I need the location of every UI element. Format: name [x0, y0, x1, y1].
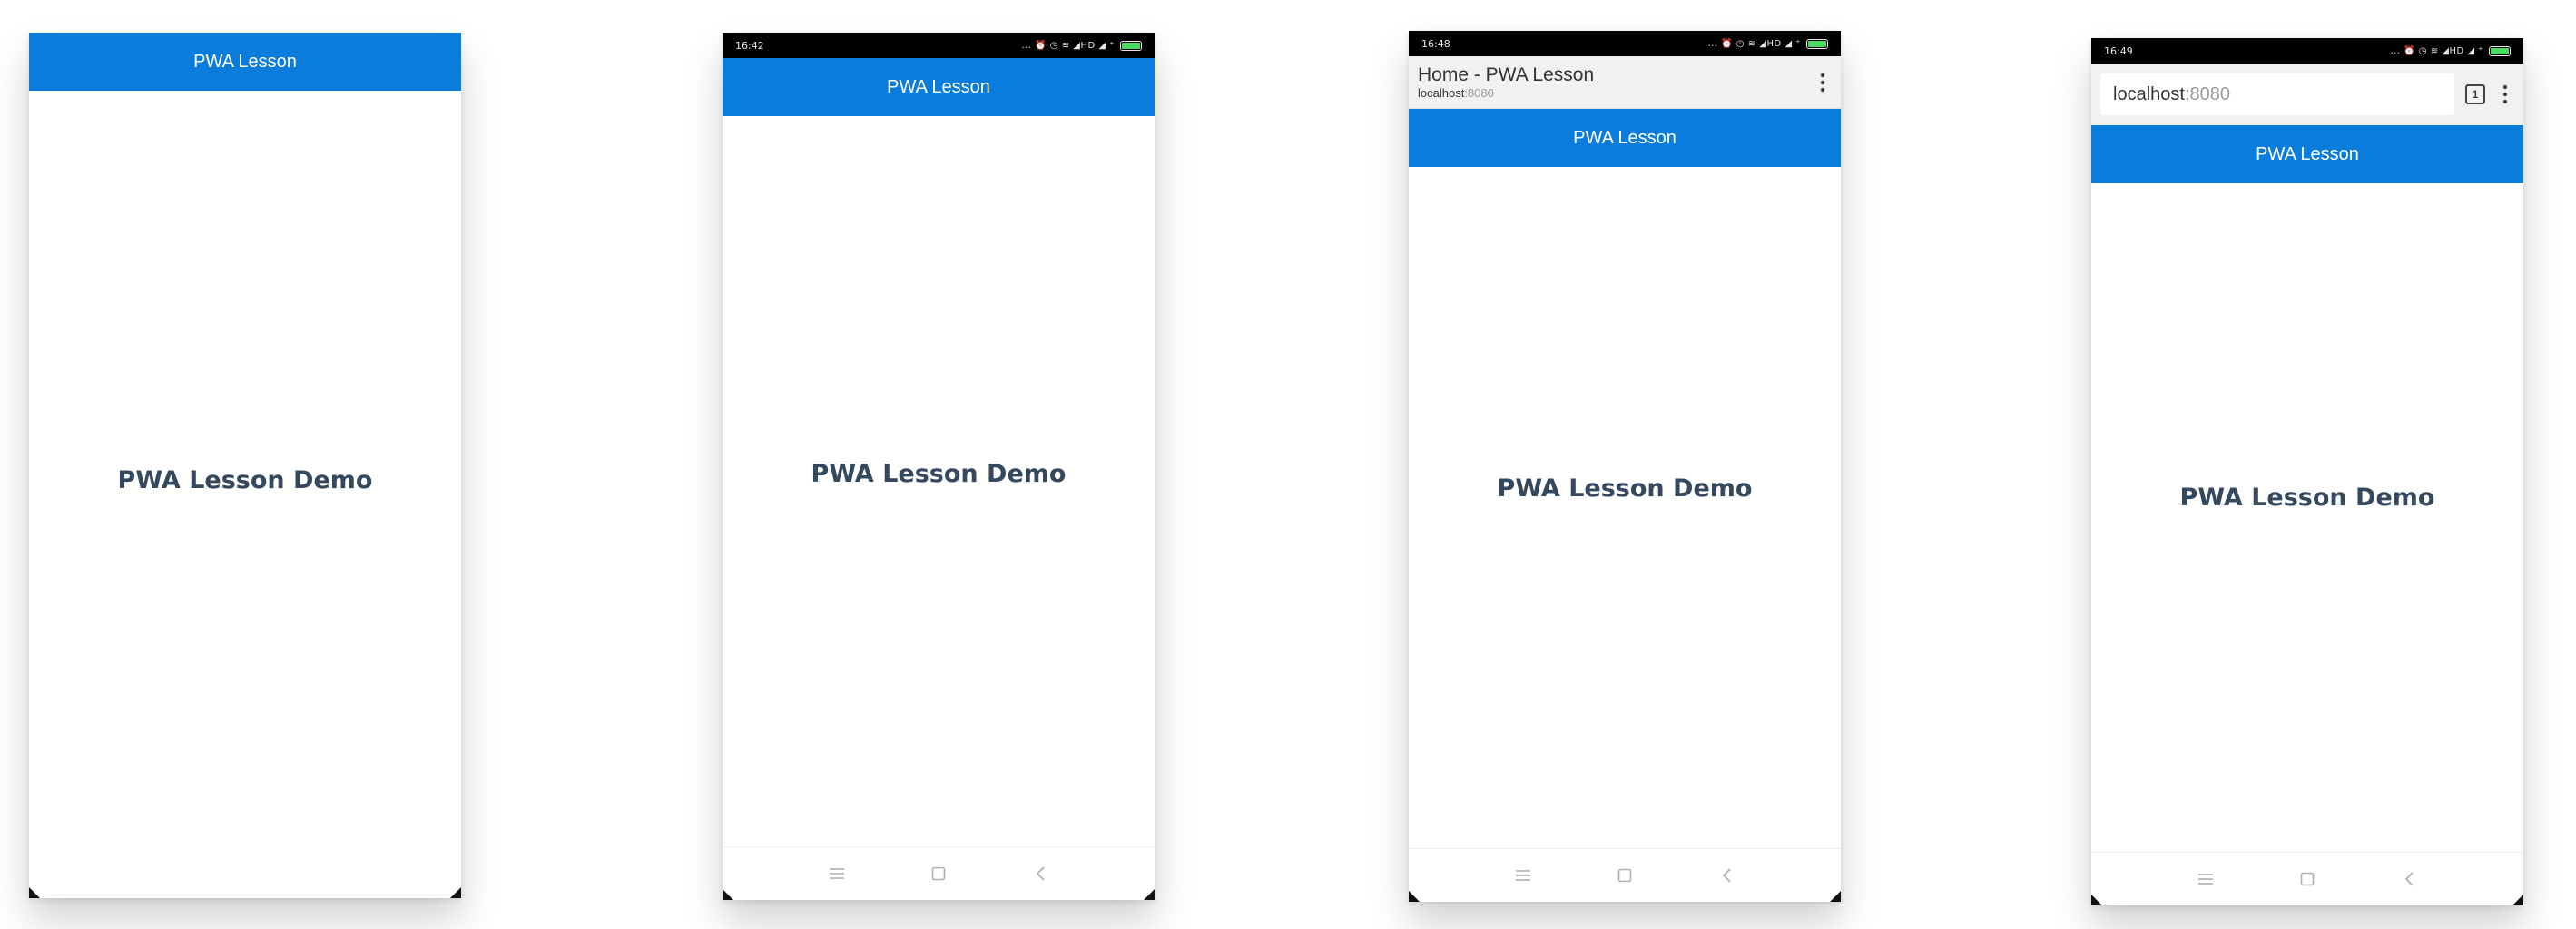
back-chevron-icon[interactable] — [1027, 861, 1053, 886]
browser-toolbar: localhost:8080 1 — [2091, 64, 2523, 125]
status-icons: ... ⏰ ◷ ≋ ◢HD ◢ ⁺ — [1707, 38, 1828, 49]
status-time: 16:48 — [1421, 37, 1450, 50]
screen-corner — [1144, 889, 1155, 900]
status-indicator-icons: ... ⏰ ◷ ≋ ◢HD ◢ ⁺ — [1707, 38, 1801, 49]
system-nav-bar — [2091, 852, 2523, 905]
more-options-icon[interactable] — [2496, 81, 2514, 108]
browser-title-group: Home - PWA Lesson localhost:8080 — [1418, 64, 1594, 100]
main-content: PWA Lesson Demo — [2091, 183, 2523, 853]
app-header-title: PWA Lesson — [2256, 143, 2359, 164]
status-bar: 16:48 ... ⏰ ◷ ≋ ◢HD ◢ ⁺ — [1409, 31, 1841, 56]
browser-page-title: Home - PWA Lesson — [1418, 64, 1595, 85]
url-host: localhost — [1418, 86, 1465, 100]
browser-title-bar: Home - PWA Lesson localhost:8080 — [1409, 56, 1841, 109]
app-header-title: PWA Lesson — [887, 76, 990, 97]
screen-corner — [29, 887, 40, 898]
back-chevron-icon[interactable] — [2396, 866, 2422, 892]
menu-icon[interactable] — [824, 861, 850, 886]
status-indicator-icons: ... ⏰ ◷ ≋ ◢HD ◢ ⁺ — [1021, 40, 1115, 51]
battery-icon — [1120, 40, 1142, 51]
tab-switcher-icon[interactable]: 1 — [2465, 84, 2485, 104]
status-bar: 16:49 ... ⏰ ◷ ≋ ◢HD ◢ ⁺ — [2091, 38, 2523, 64]
main-content: PWA Lesson Demo — [29, 91, 461, 898]
status-time: 16:49 — [2104, 44, 2133, 57]
phone-standalone: PWA Lesson PWA Lesson Demo — [29, 33, 461, 898]
system-nav-bar — [1409, 848, 1841, 902]
main-content: PWA Lesson Demo — [1409, 167, 1841, 849]
url-host: localhost — [2113, 83, 2185, 104]
screen-corner — [723, 889, 733, 900]
app-header: PWA Lesson — [723, 58, 1155, 116]
screen-corner — [1830, 891, 1841, 902]
system-nav-bar — [723, 846, 1155, 900]
home-square-icon[interactable] — [1612, 863, 1637, 888]
tab-count: 1 — [2472, 88, 2479, 101]
app-header: PWA Lesson — [2091, 125, 2523, 183]
status-icons: ... ⏰ ◷ ≋ ◢HD ◢ ⁺ — [1021, 40, 1142, 51]
status-icons: ... ⏰ ◷ ≋ ◢HD ◢ ⁺ — [2390, 45, 2511, 56]
menu-icon[interactable] — [1510, 863, 1536, 888]
phone-minimal-ui: 16:48 ... ⏰ ◷ ≋ ◢HD ◢ ⁺ Home - PWA Lesso… — [1409, 31, 1841, 902]
battery-icon — [1806, 38, 1828, 49]
url-port: :8080 — [2184, 83, 2230, 104]
screenshot-stage: PWA Lesson PWA Lesson Demo 16:42 ... ⏰ ◷… — [0, 0, 2576, 929]
screen-corner — [2091, 895, 2102, 905]
more-options-icon[interactable] — [1814, 69, 1832, 96]
screen-corner — [1409, 891, 1420, 902]
screen-corner — [2512, 895, 2523, 905]
page-title: PWA Lesson Demo — [2179, 483, 2435, 512]
app-header-title: PWA Lesson — [193, 51, 297, 72]
address-bar[interactable]: localhost:8080 — [2100, 73, 2454, 115]
status-time: 16:42 — [735, 39, 764, 52]
back-chevron-icon[interactable] — [1714, 863, 1739, 888]
phone-browser: 16:49 ... ⏰ ◷ ≋ ◢HD ◢ ⁺ localhost:8080 1… — [2091, 38, 2523, 905]
app-header: PWA Lesson — [29, 33, 461, 91]
page-title: PWA Lesson Demo — [117, 465, 373, 494]
browser-page-url: localhost:8080 — [1418, 86, 1594, 100]
url-port: :8080 — [1464, 86, 1494, 100]
page-title: PWA Lesson Demo — [811, 459, 1067, 488]
phone-fullscreen-app: 16:42 ... ⏰ ◷ ≋ ◢HD ◢ ⁺ PWA Lesson PWA L… — [723, 33, 1155, 900]
main-content: PWA Lesson Demo — [723, 116, 1155, 847]
status-bar: 16:42 ... ⏰ ◷ ≋ ◢HD ◢ ⁺ — [723, 33, 1155, 58]
app-header-title: PWA Lesson — [1573, 127, 1676, 148]
status-indicator-icons: ... ⏰ ◷ ≋ ◢HD ◢ ⁺ — [2390, 45, 2483, 56]
page-title: PWA Lesson Demo — [1497, 474, 1753, 503]
menu-icon[interactable] — [2193, 866, 2218, 892]
home-square-icon[interactable] — [926, 861, 951, 886]
home-square-icon[interactable] — [2295, 866, 2320, 892]
battery-icon — [2489, 45, 2511, 56]
screen-corner — [450, 887, 461, 898]
app-header: PWA Lesson — [1409, 109, 1841, 167]
